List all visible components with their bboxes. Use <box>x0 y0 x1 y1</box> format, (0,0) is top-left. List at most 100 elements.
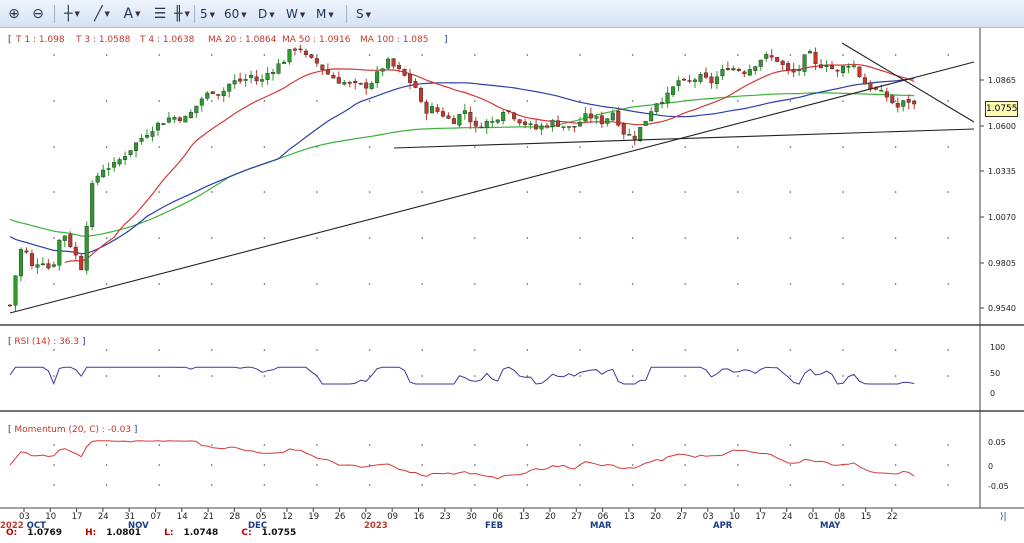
timeframe-5-button[interactable]: 5 ▼ <box>200 4 215 24</box>
candle-body <box>106 168 111 170</box>
grid-dot <box>894 349 897 351</box>
candle-body <box>35 264 40 268</box>
scroll-to-end-button[interactable]: ⟩| <box>1000 512 1007 522</box>
grid-dot <box>579 349 581 351</box>
candle-body <box>906 98 911 103</box>
grid-dot <box>631 484 634 486</box>
grid-dot <box>53 191 55 193</box>
candle-body <box>577 121 582 127</box>
candle-body <box>528 123 533 125</box>
candle-body <box>68 234 73 247</box>
grid-dot <box>474 283 476 285</box>
grid-dot <box>789 375 792 377</box>
grid-dot <box>263 54 266 56</box>
grid-dot <box>526 100 529 102</box>
line-tool-icon[interactable]: ╱ ▼ <box>92 4 112 24</box>
grid-dot <box>789 464 792 466</box>
day-label: 10 <box>45 512 56 522</box>
candle-body <box>424 101 429 114</box>
rsi-axis-label: 50 <box>990 369 1000 378</box>
grid-dot <box>421 237 424 239</box>
zoom-in-icon[interactable]: ⊕ <box>4 4 24 24</box>
candle-body <box>693 79 698 82</box>
candle-body <box>479 126 484 129</box>
timeframe-m-button[interactable]: M ▼ <box>316 4 334 24</box>
candle-body <box>572 126 577 128</box>
candle-body <box>221 90 226 97</box>
candle-body <box>419 87 424 102</box>
timeframe-d-button[interactable]: D ▼ <box>258 4 275 24</box>
grid-dot <box>737 349 739 351</box>
grid-dot <box>737 237 739 239</box>
grid-dot <box>105 54 108 56</box>
candle-body <box>720 69 725 77</box>
chart-area[interactable]: [ T 1 : 1.098 T 3 : 1.0588 T 4 : 1.0638 MA … <box>0 28 1024 543</box>
candle-body <box>764 54 769 59</box>
grid-dot <box>737 283 739 285</box>
grid-dot <box>105 283 108 285</box>
grid-dot <box>211 100 213 102</box>
legend-item: MA 20 : 1.0864 <box>208 35 277 45</box>
month-label: APR <box>713 521 733 531</box>
day-label: 09 <box>387 512 398 522</box>
candle-body <box>347 82 352 84</box>
candle-body <box>539 125 544 130</box>
candle-body <box>605 118 610 124</box>
crosshair-tool-icon[interactable]: ┼ ▼ <box>62 4 82 24</box>
text-tool-icon[interactable]: A ▼ <box>122 4 142 24</box>
grid-dot <box>53 283 55 285</box>
grid-dot <box>684 484 686 486</box>
grid-dot <box>526 444 529 446</box>
grid-dot <box>631 237 634 239</box>
candle-body <box>753 66 758 71</box>
rsi-title: [ RSI (14) : 36.3 ] <box>8 337 86 347</box>
grid-dot <box>789 237 792 239</box>
candle-body <box>451 118 456 124</box>
grid-dot <box>789 444 792 446</box>
ohlc-close: C: 1.0755 <box>241 528 297 538</box>
grid-dot <box>894 237 897 239</box>
indicator-tool-icon[interactable]: ☰ <box>150 4 170 24</box>
grid-dot <box>211 191 213 193</box>
grid-dot <box>158 444 160 446</box>
day-label: 14 <box>177 512 188 522</box>
candle-body <box>139 137 144 142</box>
grid-dot <box>842 146 844 148</box>
bar-type-icon[interactable]: ╫ ▼ <box>172 4 192 24</box>
candle-body <box>665 92 670 104</box>
grid-dot <box>579 191 581 193</box>
candle-body <box>769 55 774 58</box>
grid-dot <box>631 283 634 285</box>
grid-dot <box>211 484 213 486</box>
grid-dot <box>526 283 529 285</box>
zoom-out-icon[interactable]: ⊖ <box>28 4 48 24</box>
day-label: 13 <box>519 512 530 522</box>
candle-body <box>654 103 659 112</box>
grid-dot <box>894 375 897 377</box>
grid-dot <box>894 146 897 148</box>
candle-body <box>879 90 884 92</box>
ohlc-low: L: 1.0748 <box>164 528 219 538</box>
candle-body <box>725 68 730 70</box>
grid-dot <box>263 464 266 466</box>
symbol-menu-button[interactable]: S ▼ <box>356 4 371 24</box>
candle-body <box>819 64 824 68</box>
grid-dot <box>316 484 318 486</box>
day-label: 19 <box>308 512 319 522</box>
grid-dot <box>158 375 160 377</box>
candle-body <box>18 249 23 277</box>
day-label: 22 <box>887 512 898 522</box>
grid-dot <box>789 283 792 285</box>
candle-body <box>413 81 418 88</box>
day-label: 03 <box>703 512 714 522</box>
grid-dot <box>105 464 108 466</box>
grid-dot <box>368 146 371 148</box>
timeframe-w-button[interactable]: W ▼ <box>286 4 305 24</box>
candle-body <box>265 73 270 80</box>
candle-body <box>7 304 12 307</box>
candle-body <box>517 119 522 124</box>
candle-body <box>95 175 100 183</box>
grid-dot <box>947 100 949 102</box>
candle-body <box>24 250 29 253</box>
timeframe-60-button[interactable]: 60 ▼ <box>224 4 247 24</box>
